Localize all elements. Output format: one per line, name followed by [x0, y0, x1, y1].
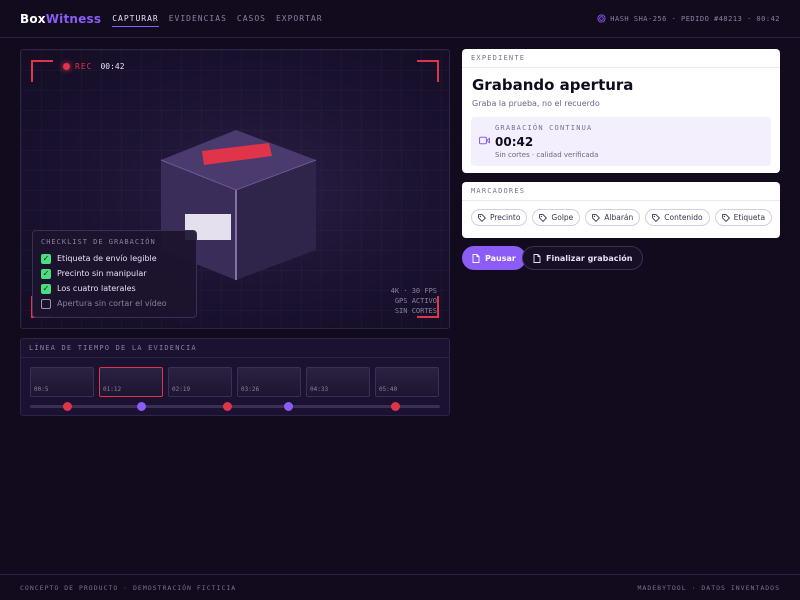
recording-label: GRABACIÓN CONTINUA: [495, 124, 593, 132]
brand-name-part1: Box: [20, 11, 46, 26]
finish-recording-button[interactable]: Finalizar grabación: [522, 246, 644, 270]
checkbox-empty-icon[interactable]: [41, 298, 51, 309]
main-nav: CAPTURAR EVIDENCIAS CASOS EXPORTAR: [112, 11, 322, 27]
timeline-clip-selected[interactable]: 01:12: [99, 367, 163, 397]
recording-quality: Sin cortes · calidad verificada: [495, 151, 599, 159]
rec-label: REC: [75, 62, 93, 71]
timeline-clip[interactable]: 00:5: [30, 367, 94, 397]
checklist-item-label: Precinto sin manipular: [57, 269, 147, 278]
nav-capturar[interactable]: CAPTURAR: [112, 11, 159, 27]
checkbox-checked-icon[interactable]: ✓: [41, 253, 51, 264]
timeline-clip[interactable]: 05:40: [375, 367, 439, 397]
footer-left: CONCEPTO DE PRODUCTO · DEMOSTRACIÓN FICT…: [20, 583, 237, 592]
tag-icon: [539, 213, 548, 222]
stat-resolution: 4K · 30 FPS: [390, 287, 437, 295]
checklist-item[interactable]: ✓ Etiqueta de envío legible: [41, 251, 188, 266]
chip-label: Golpe: [551, 213, 574, 222]
marker-chip-golpe[interactable]: Golpe: [532, 209, 581, 226]
timeline-scrubber[interactable]: [30, 402, 440, 411]
finish-label: Finalizar grabación: [546, 253, 633, 263]
chip-label: Contenido: [664, 213, 703, 222]
camera-stats: 4K · 30 FPS GPS ACTIVO SIN CORTES: [391, 286, 437, 316]
brand-logo[interactable]: BoxWitness: [20, 12, 101, 26]
camera-viewport[interactable]: REC 00:42 4K · 30 FPS GPS ACTIVO SIN COR…: [20, 49, 450, 329]
timeline-clips: 00:5 01:12 02:19 03:26 04:33 05:40: [30, 367, 439, 397]
checkbox-checked-icon[interactable]: ✓: [41, 283, 51, 294]
checklist-item-label: Etiqueta de envío legible: [57, 254, 157, 263]
rec-dot-icon: [63, 63, 70, 70]
top-bar: BoxWitness CAPTURAR EVIDENCIAS CASOS EXP…: [0, 0, 800, 38]
marker-chip-precinto[interactable]: Precinto: [471, 209, 528, 226]
tag-icon: [478, 213, 486, 222]
footer: CONCEPTO DE PRODUCTO · DEMOSTRACIÓN FICT…: [0, 574, 800, 600]
chip-label: Precinto: [490, 213, 521, 222]
frame-corner-tr: [417, 60, 439, 82]
timeline-clip[interactable]: 02:19: [168, 367, 232, 397]
pause-button[interactable]: Pausar: [462, 246, 526, 270]
checklist-item-label: Los cuatro laterales: [57, 284, 136, 293]
footer-right: MADEBYTOOL · DATOS INVENTADOS: [637, 583, 780, 592]
clip-time: 04:33: [310, 386, 329, 393]
nav-exportar[interactable]: EXPORTAR: [276, 11, 323, 27]
brand-name-part2: Witness: [45, 11, 102, 26]
expediente-heading: EXPEDIENTE: [462, 49, 780, 68]
timeline-marker[interactable]: [222, 402, 232, 411]
tag-icon: [652, 213, 661, 222]
timeline-marker[interactable]: [284, 402, 294, 411]
pause-label: Pausar: [485, 253, 516, 263]
chip-label: Albarán: [604, 213, 634, 222]
clip-time: 00:5: [34, 386, 49, 393]
document-icon: [533, 253, 541, 263]
timeline-clip[interactable]: 04:33: [306, 367, 370, 397]
recording-time: 00:42: [495, 135, 534, 149]
hash-info: HASH SHA-256 · PEDIDO #48213 · 00:42: [597, 14, 780, 23]
markers-card: MARCADORES Precinto Golpe Albarán Conten…: [462, 182, 780, 238]
stat-cuts: SIN CORTES: [394, 307, 437, 315]
checklist-title: CHECKLIST DE GRABACIÓN: [41, 238, 156, 246]
checklist-item[interactable]: ✓ Precinto sin manipular: [41, 266, 188, 281]
timeline-clip[interactable]: 03:26: [237, 367, 301, 397]
timeline-marker[interactable]: [62, 402, 72, 411]
hash-info-text: HASH SHA-256 · PEDIDO #48213 · 00:42: [610, 14, 780, 23]
timeline-marker[interactable]: [390, 402, 400, 411]
checklist-item[interactable]: Apertura sin cortar el vídeo: [41, 296, 188, 311]
marker-chip-etiqueta[interactable]: Etiqueta: [714, 209, 773, 226]
fingerprint-icon: [597, 14, 606, 23]
expediente-subtitle: Graba la prueba, no el recuerdo: [472, 99, 600, 108]
timeline-title: LÍNEA DE TIEMPO DE LA EVIDENCIA: [21, 339, 449, 358]
tag-icon: [721, 213, 730, 222]
marker-chips: Precinto Golpe Albarán Contenido Etiquet…: [462, 201, 780, 234]
nav-evidencias[interactable]: EVIDENCIAS: [169, 11, 227, 27]
expediente-title: Grabando apertura: [472, 76, 634, 94]
markers-heading: MARCADORES: [462, 182, 780, 201]
marker-chip-albaran[interactable]: Albarán: [585, 209, 641, 226]
rec-time: 00:42: [100, 62, 125, 71]
clip-time: 05:40: [379, 386, 398, 393]
marker-chip-contenido[interactable]: Contenido: [645, 209, 710, 226]
clip-time: 01:12: [103, 386, 122, 393]
nav-casos[interactable]: CASOS: [237, 11, 266, 27]
document-icon: [472, 253, 480, 263]
frame-corner-tl: [31, 60, 53, 82]
recording-checklist: CHECKLIST DE GRABACIÓN ✓ Etiqueta de env…: [32, 230, 197, 318]
checklist-item[interactable]: ✓ Los cuatro laterales: [41, 281, 188, 296]
checkbox-checked-icon[interactable]: ✓: [41, 268, 51, 279]
video-camera-icon: [479, 136, 490, 145]
continuous-recording-panel: GRABACIÓN CONTINUA 00:42 Sin cortes · ca…: [471, 117, 771, 166]
chip-label: Etiqueta: [733, 213, 766, 222]
stat-gps: GPS ACTIVO: [394, 297, 437, 305]
clip-time: 03:26: [241, 386, 260, 393]
clip-time: 02:19: [172, 386, 191, 393]
timeline-marker[interactable]: [136, 402, 146, 411]
checklist-item-label: Apertura sin cortar el vídeo: [57, 299, 167, 308]
tag-icon: [592, 213, 601, 222]
evidence-timeline: LÍNEA DE TIEMPO DE LA EVIDENCIA 00:5 01:…: [20, 338, 450, 416]
rec-indicator: REC 00:42: [63, 62, 125, 71]
expediente-card: EXPEDIENTE Grabando apertura Graba la pr…: [462, 49, 780, 173]
